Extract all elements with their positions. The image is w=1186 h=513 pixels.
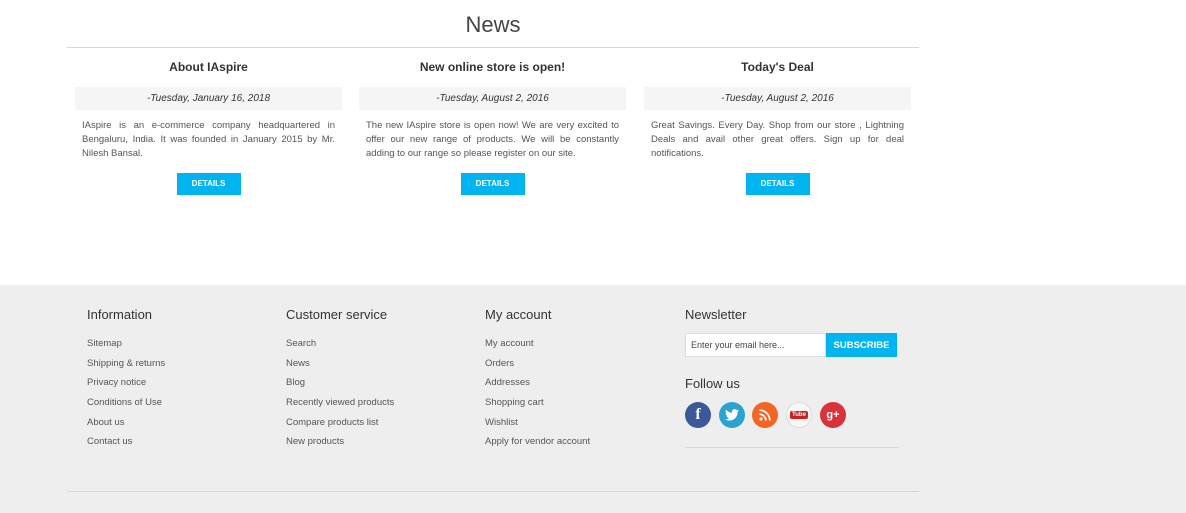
footer-link-my-account[interactable]: My account: [485, 337, 590, 357]
footer-bottom-divider: [67, 491, 919, 492]
footer-link-orders[interactable]: Orders: [485, 357, 590, 377]
details-button[interactable]: DETAILS: [460, 173, 525, 195]
news-item-date: -Tuesday, August 2, 2016: [359, 87, 626, 110]
footer-link-shipping-returns[interactable]: Shipping & returns: [87, 357, 165, 377]
news-item-date: -Tuesday, January 16, 2018: [75, 87, 342, 110]
footer-link-apply-vendor[interactable]: Apply for vendor account: [485, 435, 590, 455]
footer-customer-service-title: Customer service: [286, 307, 388, 322]
follow-divider: [685, 447, 899, 448]
news-item-heading[interactable]: New online store is open!: [359, 60, 626, 76]
footer-information: Information Sitemap Shipping & returns P…: [87, 307, 165, 455]
footer-information-title: Information: [87, 307, 153, 322]
footer-link-blog[interactable]: Blog: [286, 376, 394, 396]
footer-link-recently-viewed[interactable]: Recently viewed products: [286, 396, 394, 416]
google-plus-icon[interactable]: g+: [820, 402, 846, 428]
footer-link-about-us[interactable]: About us: [87, 416, 165, 436]
youtube-icon[interactable]: Tube: [786, 402, 812, 428]
news-item: Today's Deal -Tuesday, August 2, 2016 Gr…: [644, 60, 911, 195]
footer-newsletter: Newsletter: [685, 307, 746, 327]
news-item-date: -Tuesday, August 2, 2016: [644, 87, 911, 110]
news-item-text: Great Savings. Every Day. Shop from our …: [651, 120, 904, 159]
footer-link-new-products[interactable]: New products: [286, 435, 394, 455]
footer-customer-service: Customer service Search News Blog Recent…: [286, 307, 394, 455]
news-divider: [67, 47, 919, 48]
news-item-heading[interactable]: Today's Deal: [644, 60, 911, 76]
footer-link-search[interactable]: Search: [286, 337, 394, 357]
footer-my-account-title: My account: [485, 307, 552, 322]
newsletter-form: SUBSCRIBE: [685, 333, 897, 357]
footer-link-addresses[interactable]: Addresses: [485, 376, 590, 396]
news-title: News: [465, 12, 521, 37]
facebook-icon[interactable]: f: [685, 402, 711, 428]
news-item: About IAspire -Tuesday, January 16, 2018…: [75, 60, 342, 195]
footer-link-conditions-of-use[interactable]: Conditions of Use: [87, 396, 165, 416]
footer-link-wishlist[interactable]: Wishlist: [485, 416, 590, 436]
footer-link-compare-products[interactable]: Compare products list: [286, 416, 394, 436]
footer-newsletter-title: Newsletter: [685, 307, 747, 322]
news-item-text: The new IAspire store is open now! We ar…: [366, 120, 619, 159]
newsletter-email-input[interactable]: [685, 333, 826, 357]
footer-link-contact-us[interactable]: Contact us: [87, 435, 165, 455]
footer-link-privacy-notice[interactable]: Privacy notice: [87, 376, 165, 396]
news-item-heading[interactable]: About IAspire: [75, 60, 342, 76]
follow-us-title: Follow us: [685, 376, 740, 391]
footer-my-account: My account My account Orders Addresses S…: [485, 307, 590, 455]
news-item: New online store is open! -Tuesday, Augu…: [359, 60, 626, 195]
twitter-icon[interactable]: [719, 402, 745, 428]
footer: Information Sitemap Shipping & returns P…: [0, 285, 1186, 513]
footer-link-news[interactable]: News: [286, 357, 394, 377]
news-item-text: IAspire is an e-commerce company headqua…: [82, 120, 335, 159]
footer-link-shopping-cart[interactable]: Shopping cart: [485, 396, 590, 416]
details-button[interactable]: DETAILS: [176, 173, 241, 195]
rss-icon[interactable]: [752, 402, 778, 428]
subscribe-button[interactable]: SUBSCRIBE: [826, 333, 897, 357]
footer-link-sitemap[interactable]: Sitemap: [87, 337, 165, 357]
details-button[interactable]: DETAILS: [745, 173, 810, 195]
